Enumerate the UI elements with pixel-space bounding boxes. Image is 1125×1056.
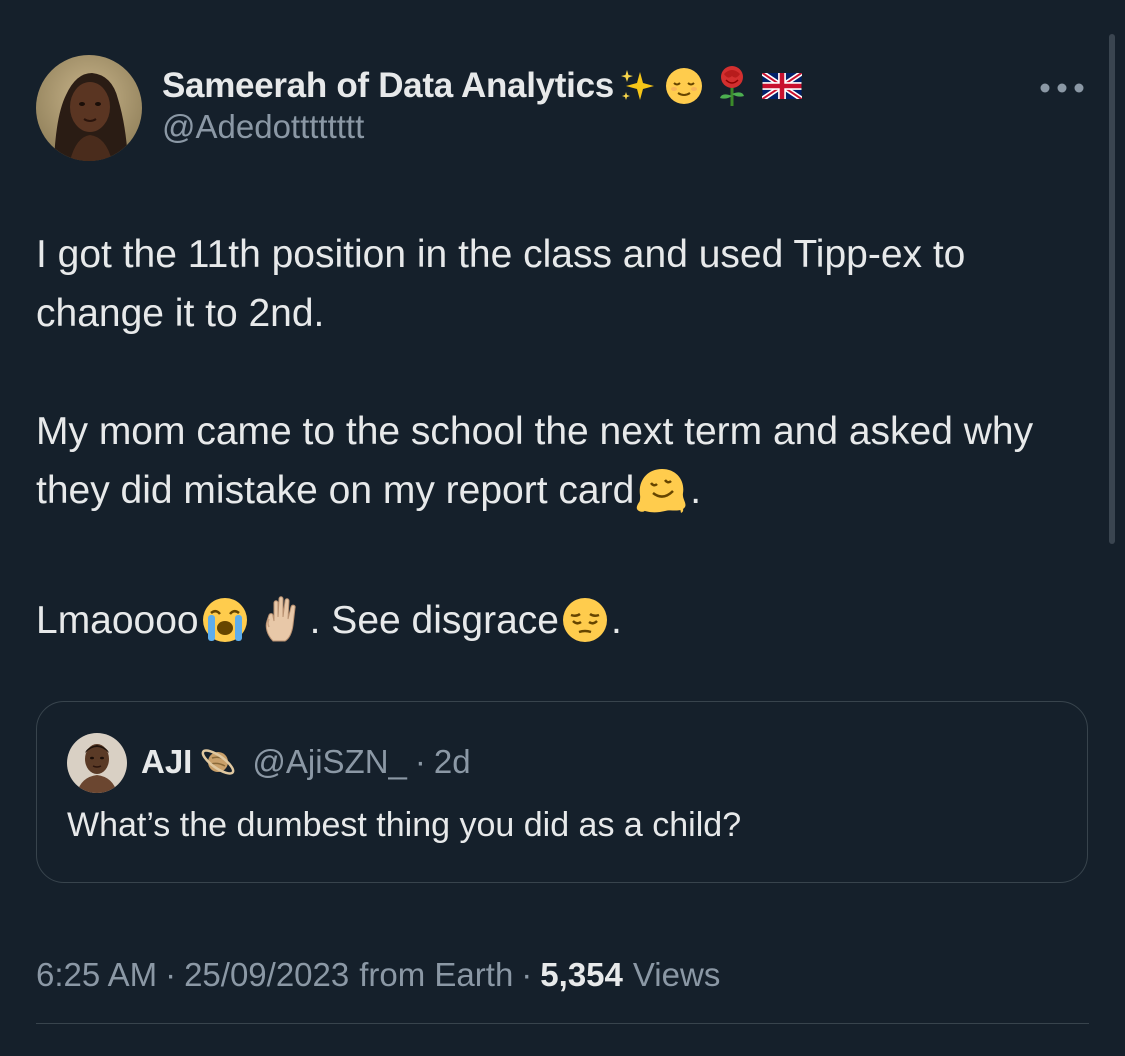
tweet-meta: 6:25 AM · 25/09/2023 from Earth · 5,354 … [36, 952, 720, 998]
quoted-tweet-card[interactable]: AJI @AjiSZN_ · 2d What’s the dumbest thi… [36, 701, 1088, 883]
quoted-separator: · [414, 743, 426, 780]
quoted-text: What’s the dumbest thing you did as a ch… [67, 806, 742, 844]
melting-face-icon [635, 465, 689, 532]
quoted-time[interactable]: 2d [434, 743, 471, 781]
author-avatar[interactable] [36, 55, 142, 161]
tweet-text: I got the 11th position in the class and… [36, 225, 1096, 662]
views-label: Views [632, 956, 721, 993]
author-handle[interactable]: @Adedotttttttt [162, 108, 364, 146]
tweet-paragraph-2: My mom came to the school the next term … [36, 402, 1096, 532]
tweet-source: from Earth [359, 956, 514, 993]
author-name-row: Sameerah of Data Analytics [162, 62, 802, 110]
quoted-display-name[interactable]: AJI [141, 743, 192, 781]
more-horizontal-icon [1040, 83, 1084, 93]
raised-hand-icon [259, 593, 309, 662]
scrollbar[interactable] [1109, 0, 1125, 1056]
views-count[interactable]: 5,354 [540, 956, 623, 994]
relieved-face-icon [664, 66, 704, 106]
more-options-button[interactable] [1036, 70, 1088, 106]
tweet-paragraph-1: I got the 11th position in the class and… [36, 233, 966, 335]
tweet-paragraph-3-end: . [610, 599, 622, 642]
quoted-author-avatar[interactable] [67, 733, 127, 793]
quoted-header: AJI @AjiSZN_ · 2d [141, 740, 471, 784]
rose-icon [712, 64, 752, 108]
tweet-date[interactable]: 25/09/2023 [184, 956, 349, 994]
sparkles-icon [618, 66, 658, 106]
scrollbar-thumb[interactable] [1109, 34, 1115, 544]
ringed-planet-icon [198, 742, 238, 782]
tweet-paragraph-2-text: My mom came to the school the next term … [36, 410, 1034, 512]
uk-flag-icon [761, 73, 802, 99]
tweet-paragraph-3: Lmaoooo . See disgrace . [36, 591, 1096, 662]
loudly-crying-face-icon [200, 595, 250, 662]
tweet-paragraph-2-end: . [690, 469, 702, 512]
meta-separator: · [165, 956, 177, 993]
tweet-paragraph-3-middle: . See disgrace [309, 599, 559, 642]
tweet-time[interactable]: 6:25 AM [36, 956, 157, 994]
author-display-name[interactable]: Sameerah of Data Analytics [162, 66, 614, 106]
quoted-handle[interactable]: @AjiSZN_ [252, 743, 407, 781]
pensive-face-icon [560, 595, 610, 662]
divider [36, 1023, 1089, 1024]
tweet-paragraph-3-text: Lmaoooo [36, 599, 199, 642]
meta-separator: · [521, 956, 533, 993]
